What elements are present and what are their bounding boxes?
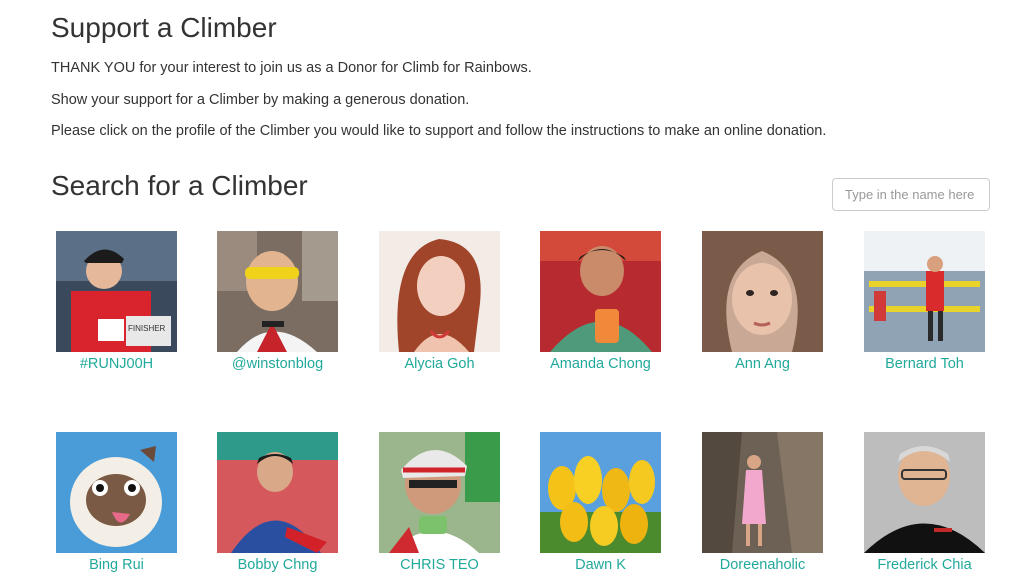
climber-name[interactable]: Doreenaholic xyxy=(702,557,823,573)
climber-photo[interactable] xyxy=(864,231,985,352)
climber-name[interactable]: Amanda Chong xyxy=(540,356,661,372)
svg-text:FINISHER: FINISHER xyxy=(128,324,166,333)
climber-name[interactable]: Frederick Chia xyxy=(864,557,985,573)
climber-card[interactable]: CHRIS TEO xyxy=(379,432,500,573)
climber-card[interactable]: FINISHER #RUNJ00H xyxy=(56,231,177,372)
climber-name[interactable]: Ann Ang xyxy=(702,356,823,372)
intro-thank-you: THANK YOU for your interest to join us a… xyxy=(51,60,532,76)
climber-photo[interactable] xyxy=(217,231,338,352)
intro-support: Show your support for a Climber by makin… xyxy=(51,92,470,108)
climber-card[interactable]: Amanda Chong xyxy=(540,231,661,372)
climber-name[interactable]: Alycia Goh xyxy=(379,356,500,372)
climber-card[interactable]: Alycia Goh xyxy=(379,231,500,372)
climber-photo[interactable]: FINISHER xyxy=(56,231,177,352)
climber-card[interactable]: Dawn K xyxy=(540,432,661,573)
climber-card[interactable]: Bing Rui xyxy=(56,432,177,573)
climber-card[interactable]: Frederick Chia xyxy=(864,432,985,573)
climber-card[interactable]: Ann Ang xyxy=(702,231,823,372)
search-section-title: Search for a Climber xyxy=(51,170,308,201)
intro-instructions: Please click on the profile of the Climb… xyxy=(51,123,827,139)
climber-photo[interactable] xyxy=(379,231,500,352)
climber-name[interactable]: Bobby Chng xyxy=(217,557,338,573)
climber-card[interactable]: Bernard Toh xyxy=(864,231,985,372)
climber-photo[interactable] xyxy=(217,432,338,553)
climber-photo[interactable] xyxy=(56,432,177,553)
climber-name[interactable]: Bing Rui xyxy=(56,557,177,573)
climber-photo[interactable] xyxy=(540,432,661,553)
page-title: Support a Climber xyxy=(51,12,277,43)
climber-photo[interactable] xyxy=(702,432,823,553)
climber-card[interactable]: @winstonblog xyxy=(217,231,338,372)
climber-name[interactable]: Bernard Toh xyxy=(864,356,985,372)
climber-photo[interactable] xyxy=(864,432,985,553)
climber-name[interactable]: @winstonblog xyxy=(217,356,338,372)
climber-photo[interactable] xyxy=(540,231,661,352)
climber-photo[interactable] xyxy=(379,432,500,553)
climber-photo[interactable] xyxy=(702,231,823,352)
climber-card[interactable]: Bobby Chng xyxy=(217,432,338,573)
climber-name[interactable]: CHRIS TEO xyxy=(379,557,500,573)
climber-name[interactable]: #RUNJ00H xyxy=(56,356,177,372)
climber-search-input[interactable] xyxy=(832,178,990,211)
climber-card[interactable]: Doreenaholic xyxy=(702,432,823,573)
climber-name[interactable]: Dawn K xyxy=(540,557,661,573)
